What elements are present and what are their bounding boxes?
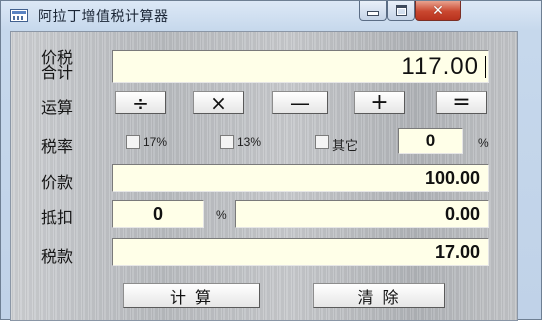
deduction-label: 抵扣 <box>41 208 74 227</box>
equals-icon: = <box>452 90 471 115</box>
rate-13-label[interactable]: 13% <box>237 135 261 149</box>
deduction-amount-field[interactable]: 0.00 <box>235 200 489 228</box>
price-field[interactable]: 100.00 <box>112 164 489 192</box>
maximize-button[interactable] <box>387 1 415 21</box>
deduction-amount-value: 0.00 <box>444 204 480 224</box>
price-label: 价款 <box>41 173 74 192</box>
tax-field[interactable]: 17.00 <box>112 238 489 266</box>
rate-other-label[interactable]: 其它 <box>332 135 358 154</box>
other-rate-value: 0 <box>425 131 436 150</box>
equals-button[interactable]: = <box>436 90 487 115</box>
deduction-percent-unit: % <box>216 208 227 222</box>
other-rate-unit: % <box>478 136 489 150</box>
rate-13-checkbox[interactable] <box>220 135 234 149</box>
multiply-icon: × <box>210 90 227 115</box>
app-window: 阿拉丁增值税计算器 ✕ 价税 合计 117.00 运算 ÷ × — + = 税率… <box>0 0 542 321</box>
minimize-button[interactable] <box>359 1 387 21</box>
other-rate-field[interactable]: 0 <box>398 128 463 154</box>
multiply-button[interactable]: × <box>193 90 244 115</box>
rate-other-checkbox[interactable] <box>315 135 329 149</box>
tax-label: 税款 <box>41 247 74 266</box>
divide-button[interactable]: ÷ <box>115 90 166 115</box>
close-icon: ✕ <box>432 2 444 19</box>
total-field[interactable]: 117.00 <box>112 50 489 83</box>
rate-17-label[interactable]: 17% <box>143 135 167 149</box>
operations-label: 运算 <box>41 98 74 117</box>
rate-17-checkbox[interactable] <box>126 135 140 149</box>
window-title: 阿拉丁增值税计算器 <box>38 9 169 25</box>
calculator-app-icon[interactable] <box>10 9 28 22</box>
minus-icon: — <box>290 90 310 115</box>
divide-icon: ÷ <box>132 90 149 115</box>
calculator-panel: 价税 合计 117.00 运算 ÷ × — + = 税率 17% 13% 其它 … <box>10 31 518 321</box>
total-label: 价税 合计 <box>41 50 74 82</box>
clear-button-label: 清 除 <box>357 287 401 307</box>
plus-icon: + <box>370 90 389 115</box>
price-value: 100.00 <box>424 168 480 188</box>
subtract-button[interactable]: — <box>272 90 328 115</box>
deduction-percent-value: 0 <box>152 204 163 224</box>
add-button[interactable]: + <box>354 90 405 115</box>
tax-rate-label: 税率 <box>41 137 74 156</box>
deduction-percent-field[interactable]: 0 <box>112 200 204 228</box>
minimize-icon <box>367 11 379 16</box>
text-caret <box>485 56 486 78</box>
title-bar[interactable]: 阿拉丁增值税计算器 ✕ <box>1 1 541 31</box>
calculate-button[interactable]: 计 算 <box>123 283 260 308</box>
total-label-line2: 合计 <box>41 63 74 82</box>
maximize-icon <box>395 5 407 16</box>
tax-value: 17.00 <box>434 242 480 262</box>
clear-button[interactable]: 清 除 <box>313 283 445 308</box>
total-value: 117.00 <box>401 53 479 80</box>
calculate-button-label: 计 算 <box>169 287 214 307</box>
close-button[interactable]: ✕ <box>415 1 461 21</box>
